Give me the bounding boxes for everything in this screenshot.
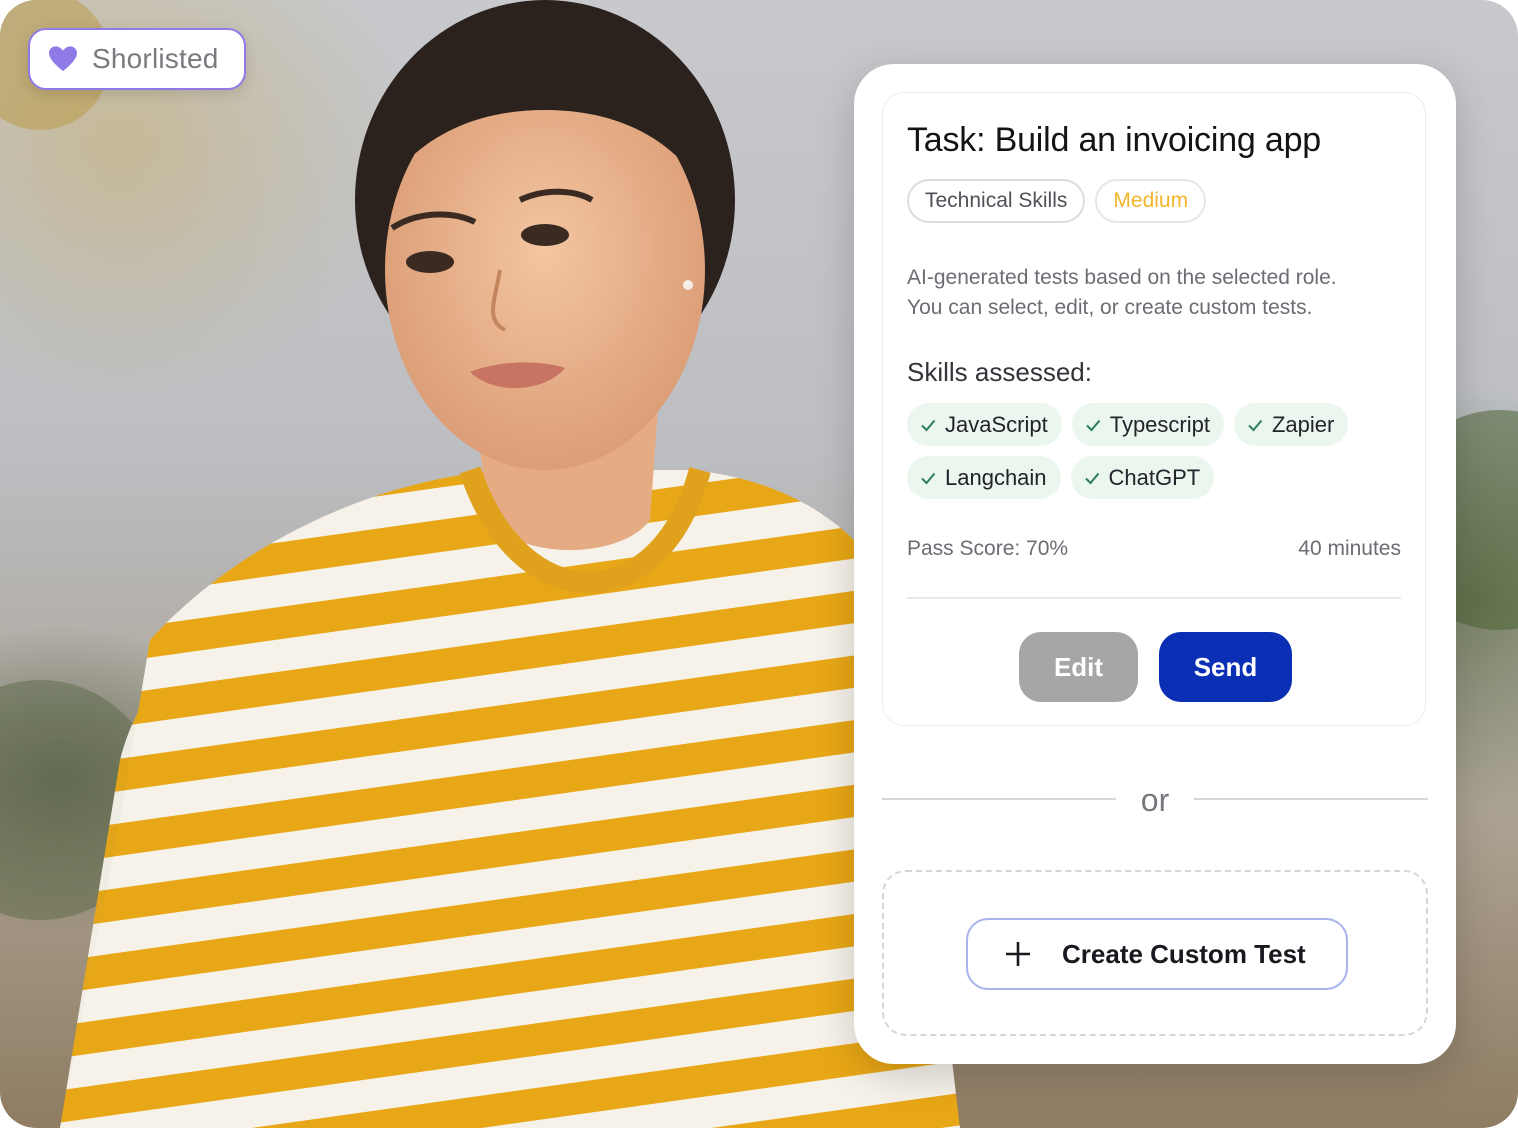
separator-line-right xyxy=(1194,798,1428,800)
task-description: AI-generated tests based on the selected… xyxy=(907,263,1407,323)
skill-chip: ChatGPT xyxy=(1070,456,1215,499)
skill-label: Langchain xyxy=(945,464,1047,490)
plus-icon xyxy=(1006,942,1030,966)
check-icon xyxy=(1086,419,1100,431)
hero-stage: Shorlisted Task: Build an invoicing app … xyxy=(0,0,1518,1128)
check-icon xyxy=(921,419,936,431)
skill-label: ChatGPT xyxy=(1108,464,1201,490)
task-title: Task: Build an invoicing app xyxy=(907,121,1321,159)
card-divider xyxy=(907,597,1401,599)
send-button[interactable]: Send xyxy=(1159,632,1292,702)
skill-chip: Zapier xyxy=(1233,403,1349,446)
skill-chip: Typescript xyxy=(1071,403,1224,446)
edit-button[interactable]: Edit xyxy=(1019,632,1138,702)
skills-list: JavaScript Typescript Zapier Langchain C… xyxy=(907,403,1407,509)
test-duration: 40 minutes xyxy=(1298,537,1401,560)
create-custom-test-button[interactable]: Create Custom Test xyxy=(966,918,1348,990)
skill-chip: JavaScript xyxy=(907,403,1062,446)
custom-test-dropzone: Create Custom Test xyxy=(882,870,1428,1036)
description-line-2: You can select, edit, or create custom t… xyxy=(907,296,1313,319)
skill-label: Typescript xyxy=(1109,411,1210,437)
tag-difficulty: Medium xyxy=(1095,179,1207,223)
assessment-panel: Task: Build an invoicing app Technical S… xyxy=(854,64,1456,1064)
pass-score: Pass Score: 70% xyxy=(907,537,1069,560)
task-tags: Technical Skills Medium xyxy=(907,179,1207,223)
check-icon xyxy=(1084,472,1099,484)
or-separator: or xyxy=(882,782,1428,822)
check-icon xyxy=(1248,419,1263,431)
description-line-1: AI-generated tests based on the selected… xyxy=(907,266,1337,289)
shortlisted-label: Shorlisted xyxy=(92,43,219,74)
separator-label: or xyxy=(1140,782,1170,818)
create-custom-test-label: Create Custom Test xyxy=(1062,938,1306,969)
skill-label: Zapier xyxy=(1271,411,1335,437)
shortlisted-badge[interactable]: Shorlisted xyxy=(28,28,246,90)
check-icon xyxy=(921,472,936,484)
skills-heading: Skills assessed: xyxy=(907,357,1092,387)
heart-icon xyxy=(49,46,77,72)
skill-chip: Langchain xyxy=(907,456,1061,499)
task-card: Task: Build an invoicing app Technical S… xyxy=(882,92,1426,726)
tag-technical-skills: Technical Skills xyxy=(907,179,1086,223)
skill-label: JavaScript xyxy=(945,411,1048,437)
